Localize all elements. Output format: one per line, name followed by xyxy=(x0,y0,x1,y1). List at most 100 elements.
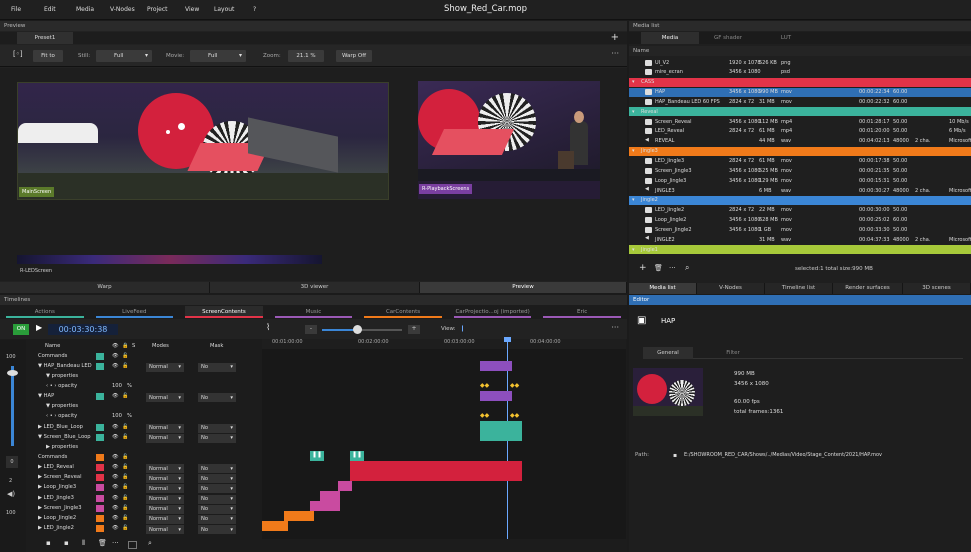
tab-lut[interactable]: LUT xyxy=(757,32,815,44)
tab-v-nodes[interactable]: V-Nodes xyxy=(697,283,765,294)
track-row[interactable]: ▶ LED_Jingle3 👁 🔓 Normal ▾ No ▾ xyxy=(28,493,260,504)
mask-select[interactable]: No ▾ xyxy=(198,464,236,474)
menu-media[interactable]: Media xyxy=(76,6,94,13)
track-color-swatch[interactable] xyxy=(96,454,104,461)
eye-icon[interactable]: 👁 xyxy=(112,495,119,501)
clip-led-jingle2[interactable] xyxy=(262,521,288,531)
track-row[interactable]: ▼ HAP 👁 🔓 Normal ▾ No ▾ xyxy=(28,392,260,403)
blend-mode-select[interactable]: Normal ▾ xyxy=(146,525,184,535)
tab-3d-viewer[interactable]: 3D viewer xyxy=(210,282,420,293)
track-row[interactable]: ▶ Loop_Jingle2 👁 🔓 Normal ▾ No ▾ xyxy=(28,513,260,524)
view-marker-icon[interactable]: ❙ xyxy=(460,325,465,332)
eye-icon[interactable]: 👁 xyxy=(112,434,119,440)
bars-icon[interactable]: ⦀ xyxy=(82,539,85,548)
track-row[interactable]: ▶ Screen_Jingle3 👁 🔓 Normal ▾ No ▾ xyxy=(28,503,260,514)
tab-timeline-list[interactable]: Timeline list xyxy=(765,283,833,294)
chevron-down-icon[interactable]: ▾ xyxy=(632,247,635,253)
media-group-row[interactable]: ▾ Jingle2 xyxy=(629,195,971,205)
volume-slider[interactable] xyxy=(11,366,14,446)
blend-mode-select[interactable]: Normal ▾ xyxy=(146,464,184,474)
track-row[interactable]: ‹ • › opacity 100% xyxy=(28,381,260,391)
add-icon[interactable]: + xyxy=(639,263,647,273)
zoom-value[interactable]: 21.1 % xyxy=(288,50,324,62)
trash-icon[interactable]: 🗑 xyxy=(98,539,107,547)
lock-icon[interactable]: 🔓 xyxy=(122,353,128,359)
chevron-down-icon[interactable]: ▾ xyxy=(632,197,635,203)
main-screen[interactable]: MainScreen xyxy=(17,82,389,200)
track-row[interactable]: ▶ Screen_Reveal 👁 🔓 Normal ▾ No ▾ xyxy=(28,473,260,484)
track-row[interactable]: Commands 👁 🔓 xyxy=(28,351,260,361)
zoom-in-button[interactable]: + xyxy=(408,325,420,334)
mask-select[interactable]: No ▾ xyxy=(198,362,236,372)
media-row[interactable]: Screen_Jingle2 3456 x 1080 1 GB mov 00:00:33… xyxy=(629,225,971,234)
mask-select[interactable]: No ▾ xyxy=(198,423,236,433)
trash-icon[interactable]: 🗑 xyxy=(654,264,663,272)
track-row[interactable]: ▼ properties xyxy=(28,402,260,412)
lock-icon[interactable]: 🔓 xyxy=(122,474,128,480)
track-color-swatch[interactable] xyxy=(96,484,104,492)
lock-icon[interactable]: 🔓 xyxy=(122,525,128,531)
led-screen[interactable] xyxy=(17,255,322,264)
zoom-out-button[interactable]: - xyxy=(305,325,317,334)
tab-preview[interactable]: Preview xyxy=(420,282,627,293)
tab-preset1[interactable]: Preset1 xyxy=(17,32,73,44)
more-icon[interactable]: ··· xyxy=(112,539,119,547)
track-row[interactable]: ▶ LED_Jingle2 👁 🔓 Normal ▾ No ▾ xyxy=(28,524,260,535)
menu-project[interactable]: Project xyxy=(147,6,168,13)
blend-mode-select[interactable]: Normal ▾ xyxy=(146,494,184,504)
play-icon[interactable]: ▶ xyxy=(36,323,42,332)
mask-select[interactable]: No ▾ xyxy=(198,494,236,504)
track-color-swatch[interactable] xyxy=(96,362,104,370)
track-row[interactable]: ▼ Screen_Blue_Loop 👁 🔓 Normal ▾ No ▾ xyxy=(28,432,260,443)
clip-loop-jingle3[interactable] xyxy=(338,481,352,491)
volume-handle[interactable] xyxy=(7,370,18,376)
menu-file[interactable]: File xyxy=(11,6,21,13)
clip-screen-jingle3[interactable] xyxy=(310,501,340,511)
eye-icon[interactable]: 👁 xyxy=(112,454,119,460)
lock-icon[interactable]: 🔓 xyxy=(122,434,128,440)
mask-select[interactable]: No ▾ xyxy=(198,525,236,535)
timeline-tab[interactable]: Eric xyxy=(543,306,621,318)
tab-media[interactable]: Media xyxy=(641,32,699,44)
eye-icon[interactable]: 👁 xyxy=(112,363,119,369)
blend-mode-select[interactable]: Normal ▾ xyxy=(146,433,184,443)
track-color-swatch[interactable] xyxy=(96,423,104,431)
media-group-row[interactable]: ▾ CASS xyxy=(629,77,971,87)
media-row[interactable]: HAP 3456 x 1080 990 MB mov 00:00:22:34 60.00 xyxy=(629,87,971,97)
clip-led-blue-loop[interactable] xyxy=(480,421,522,431)
blend-mode-select[interactable]: Normal ▾ xyxy=(146,474,184,484)
media-group-row[interactable]: ▾ Reveal xyxy=(629,107,971,117)
track-row[interactable]: ▼ properties xyxy=(28,371,260,381)
eye-icon[interactable]: 👁 xyxy=(112,393,119,399)
track-color-swatch[interactable] xyxy=(96,514,104,522)
keyframe-icon[interactable]: ◆◆ xyxy=(510,382,519,389)
media-row[interactable]: HAP_Bandeau LED 60 FPS 2824 x 72 31 MB mov 0… xyxy=(629,97,971,106)
media-row[interactable]: LED_Reveal 2824 x 72 61 MB mp4 00:01:20:00 50… xyxy=(629,127,971,136)
lock-icon[interactable]: 🔓 xyxy=(122,454,128,460)
chevron-down-icon[interactable]: ▾ xyxy=(632,79,635,85)
media-row[interactable]: Screen_Jingle3 3456 x 1080 525 MB mov 00:00:… xyxy=(629,166,971,175)
eye-icon[interactable]: 👁 xyxy=(112,464,119,470)
add-icon[interactable]: + xyxy=(611,32,619,43)
side-number[interactable]: 0 xyxy=(6,456,18,468)
menu-edit[interactable]: Edit xyxy=(44,6,56,13)
timeline-tab[interactable]: CarProjectio...oj (imported) xyxy=(453,306,532,318)
clip-led-jingle3[interactable] xyxy=(320,491,340,501)
blend-mode-select[interactable]: Normal ▾ xyxy=(146,514,184,524)
timeline-tab[interactable]: Actions xyxy=(6,306,84,318)
track-row[interactable]: ‹ • › opacity 100% xyxy=(28,412,260,422)
media-row[interactable]: UI_V2 1920 x 1078 526 KB png xyxy=(629,58,971,67)
track-row[interactable]: ▶ LED_Reveal 👁 🔓 Normal ▾ No ▾ xyxy=(28,463,260,474)
lock-icon[interactable]: 🔓 xyxy=(122,393,128,399)
blend-mode-select[interactable]: Normal ▾ xyxy=(146,504,184,514)
track-row[interactable]: ▶ LED_Blue_Loop 👁 🔓 Normal ▾ No ▾ xyxy=(28,422,260,433)
command-pause-icon[interactable]: ❚❚ xyxy=(310,451,324,461)
menu-view[interactable]: View xyxy=(185,6,199,13)
lock-icon[interactable]: 🔓 xyxy=(122,505,128,511)
track-row[interactable]: ▶ Loop_Jingle3 👁 🔓 Normal ▾ No ▾ xyxy=(28,483,260,494)
lock-icon[interactable]: 🔓 xyxy=(122,515,128,521)
tab-media-list[interactable]: Media list xyxy=(629,283,697,294)
track-row[interactable]: Commands 👁 🔓 xyxy=(28,453,260,463)
lock-icon[interactable]: 🔓 xyxy=(122,363,128,369)
menu-help[interactable]: ? xyxy=(253,6,256,13)
